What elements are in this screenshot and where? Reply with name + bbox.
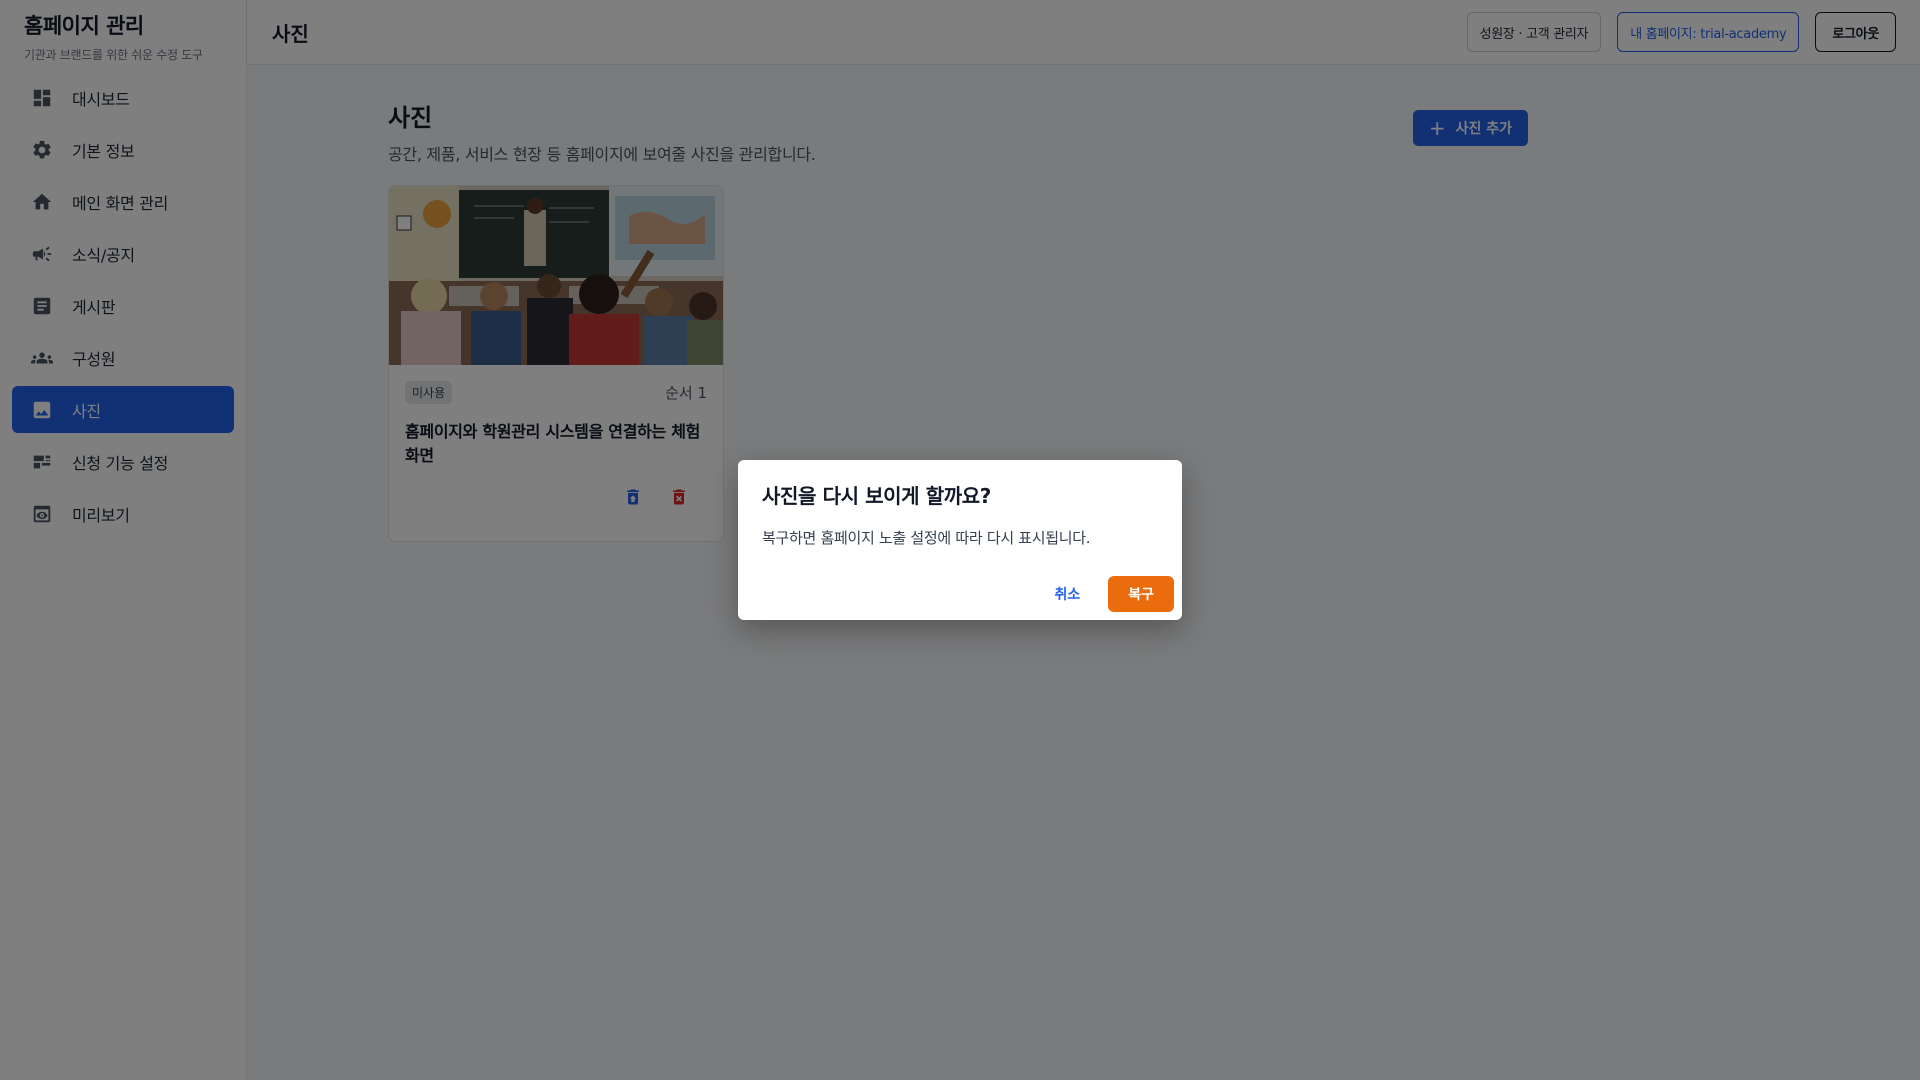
dialog-actions: 취소 복구	[1040, 576, 1174, 612]
restore-button[interactable]: 복구	[1108, 576, 1174, 612]
app-root: 홈페이지 관리 기관과 브랜드를 위한 쉬운 수정 도구 대시보드 기본 정보 …	[0, 0, 1920, 1080]
dialog-message: 복구하면 홈페이지 노출 설정에 따라 다시 표시됩니다.	[762, 529, 1091, 547]
dialog-title: 사진을 다시 보이게 할까요?	[762, 484, 991, 508]
cancel-button[interactable]: 취소	[1040, 576, 1094, 612]
restore-confirm-dialog: 사진을 다시 보이게 할까요? 복구하면 홈페이지 노출 설정에 따라 다시 표…	[738, 460, 1182, 620]
